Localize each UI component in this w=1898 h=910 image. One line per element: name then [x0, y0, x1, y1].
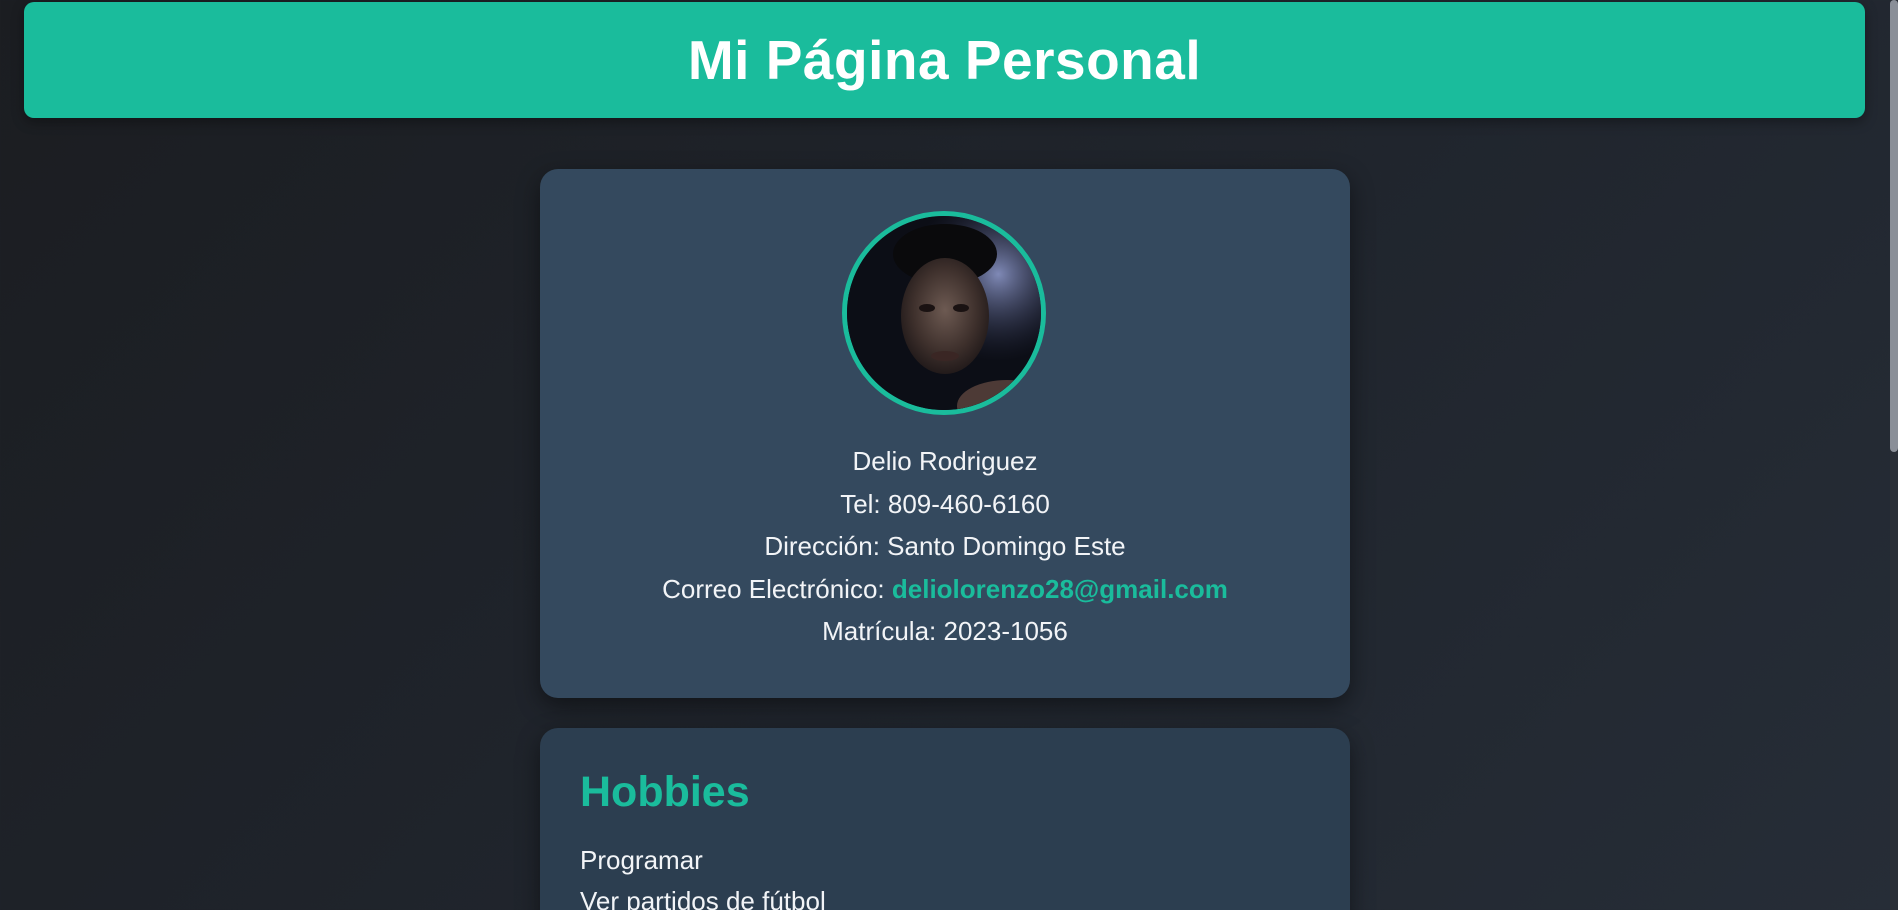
list-item: Programar: [580, 845, 703, 875]
profile-address: Dirección: Santo Domingo Este: [540, 525, 1350, 568]
profile-email: Correo Electrónico: deliolorenzo28@gmail…: [540, 568, 1350, 611]
id-value: 2023-1056: [943, 616, 1068, 646]
email-label: Correo Electrónico:: [662, 573, 885, 604]
phone-label: Tel:: [840, 488, 881, 519]
vertical-scrollbar[interactable]: [1890, 0, 1898, 910]
profile-name: Delio Rodriguez: [852, 446, 1038, 476]
avatar-photo: [847, 216, 1041, 410]
page: Mi Página Personal Delio Rodriguez Tel: …: [0, 0, 1898, 910]
profile-id: Matrícula: 2023-1056: [540, 610, 1350, 653]
profile-card: Delio Rodriguez Tel: 809-460-6160 Direcc…: [540, 169, 1350, 698]
hobbies-list: Programar Ver partidos de fútbol: [580, 840, 826, 910]
hobbies-card: Hobbies Programar Ver partidos de fútbol: [540, 728, 1350, 910]
scrollbar-thumb[interactable]: [1890, 0, 1898, 452]
profile-phone: Tel: 809-460-6160: [540, 483, 1350, 526]
list-item: Ver partidos de fútbol: [580, 886, 826, 910]
avatar: [842, 211, 1046, 415]
profile-info: Delio Rodriguez Tel: 809-460-6160 Direcc…: [540, 440, 1350, 653]
phone-value: 809-460-6160: [887, 488, 1050, 519]
address-label: Dirección:: [764, 531, 880, 561]
hobbies-title: Hobbies: [580, 768, 750, 816]
email-link[interactable]: deliolorenzo28@gmail.com: [892, 574, 1228, 604]
page-title: Mi Página Personal: [687, 29, 1202, 91]
page-header: Mi Página Personal: [24, 2, 1865, 118]
address-value: Santo Domingo Este: [887, 531, 1126, 561]
id-label: Matrícula:: [822, 616, 937, 646]
